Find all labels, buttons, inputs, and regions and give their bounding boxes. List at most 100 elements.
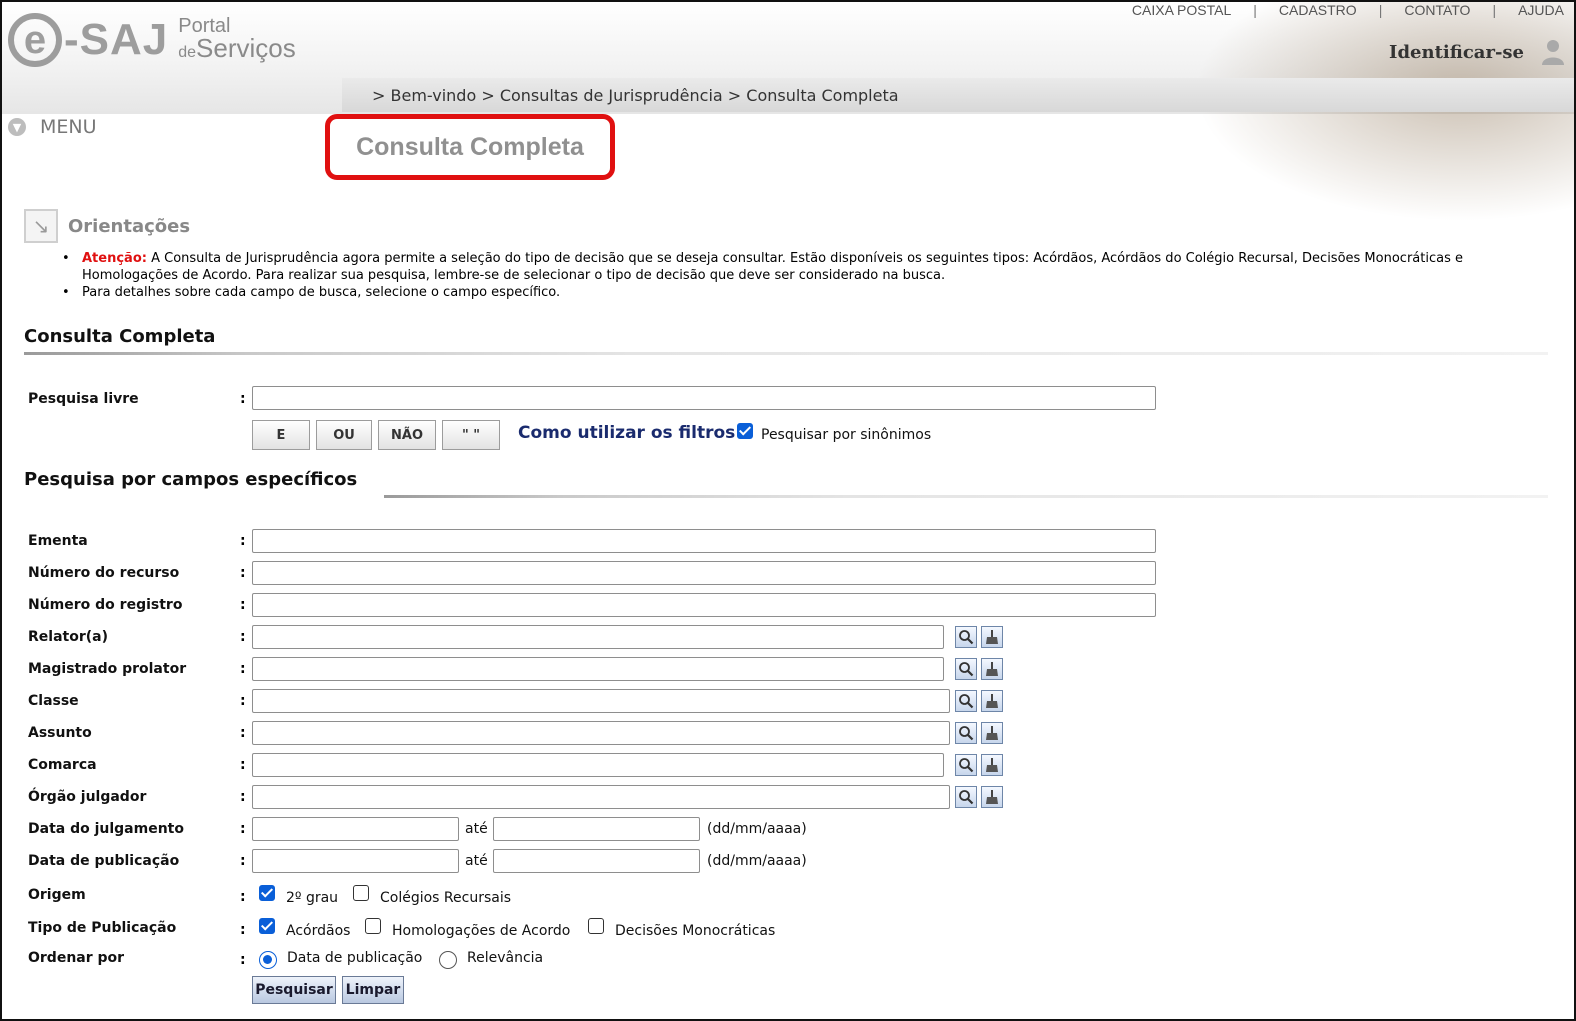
section-heading: Pesquisa por campos específicos	[24, 469, 358, 490]
magistrado-input[interactable]	[252, 657, 944, 681]
clear-broom-icon[interactable]	[981, 690, 1003, 712]
ate-label: até	[465, 821, 488, 837]
breadcrumb[interactable]: > Bem-vindo > Consultas de Jurisprudênci…	[342, 78, 1574, 112]
label-data-julgamento: Data do julgamento	[28, 821, 184, 837]
menu-toggle[interactable]: ▼ MENU	[8, 116, 97, 138]
operator-e-button[interactable]: E	[252, 420, 310, 450]
colon: :	[240, 922, 246, 938]
tipo-homologacoes-label: Homologações de Acordo	[392, 923, 571, 939]
colon: :	[240, 725, 246, 741]
label-relator: Relator(a)	[28, 629, 108, 645]
ordenar-relevancia-label: Relevância	[467, 950, 544, 966]
label-origem: Origem	[28, 887, 86, 903]
limpar-button[interactable]: Limpar	[342, 976, 404, 1004]
colon: :	[240, 629, 246, 645]
orgao-julgador-input[interactable]	[252, 785, 950, 809]
tipo-acordaos-label: Acórdãos	[286, 923, 351, 939]
tipo-homologacoes-checkbox[interactable]	[365, 918, 381, 934]
colon: :	[240, 661, 246, 677]
origem-2grau-label: 2º grau	[286, 890, 339, 906]
section-consulta-completa: Consulta Completa	[24, 326, 1548, 356]
search-icon[interactable]	[955, 754, 977, 776]
page-title: Consulta Completa	[356, 132, 584, 161]
section-campos-especificos: Pesquisa por campos específicos	[24, 469, 1548, 499]
section-divider	[384, 495, 1548, 498]
colon: :	[240, 853, 246, 869]
data-publicacao-fim-input[interactable]	[493, 849, 700, 873]
page-title-highlight: Consulta Completa	[325, 114, 615, 180]
colon: :	[240, 597, 246, 613]
search-icon[interactable]	[955, 786, 977, 808]
data-julgamento-fim-input[interactable]	[493, 817, 700, 841]
user-icon[interactable]	[1540, 38, 1566, 66]
tipo-decisoes-checkbox[interactable]	[588, 918, 604, 934]
identify-link[interactable]: Identificar-se	[1389, 42, 1524, 63]
synonyms-label: Pesquisar por sinônimos	[761, 427, 932, 443]
link-ajuda[interactable]: AJUDA	[1496, 2, 1564, 18]
orientacoes-title: Orientações	[68, 215, 191, 237]
search-icon[interactable]	[955, 626, 977, 648]
pesquisar-button[interactable]: Pesquisar	[252, 976, 336, 1004]
label-assunto: Assunto	[28, 725, 92, 741]
origem-colegios-checkbox[interactable]	[353, 885, 369, 901]
operator-nao-button[interactable]: NÃO	[378, 420, 436, 450]
ordenar-data-radio[interactable]	[259, 951, 277, 969]
clear-broom-icon[interactable]	[981, 626, 1003, 648]
esaj-logo[interactable]: e -SAJ Portal deServiços	[8, 8, 296, 72]
search-icon[interactable]	[955, 690, 977, 712]
clear-broom-icon[interactable]	[981, 722, 1003, 744]
link-contato[interactable]: CONTATO	[1382, 2, 1492, 18]
label-comarca: Comarca	[28, 757, 97, 773]
orientacao-item: Atenção: A Consulta de Jurisprudência ag…	[62, 250, 1542, 284]
origem-colegios-label: Colégios Recursais	[380, 890, 512, 906]
logo-saj-text: -SAJ	[64, 15, 169, 64]
colon: :	[240, 821, 246, 837]
filters-help-link[interactable]: Como utilizar os filtros	[518, 423, 735, 443]
label-data-publicacao: Data de publicação	[28, 853, 180, 869]
ementa-input[interactable]	[252, 529, 1156, 553]
chevron-down-icon: ▼	[8, 118, 26, 136]
relator-input[interactable]	[252, 625, 944, 649]
origem-2grau-checkbox[interactable]	[259, 885, 275, 901]
colon: :	[240, 533, 246, 549]
data-julgamento-inicio-input[interactable]	[252, 817, 459, 841]
operator-quotes-button[interactable]: " "	[442, 420, 500, 450]
ordenar-data-label: Data de publicação	[287, 950, 423, 966]
data-publicacao-inicio-input[interactable]	[252, 849, 459, 873]
orientacao-text: A Consulta de Jurisprudência agora permi…	[82, 251, 1463, 283]
link-caixa-postal[interactable]: CAIXA POSTAL	[1110, 2, 1253, 18]
link-cadastro[interactable]: CADASTRO	[1257, 2, 1379, 18]
gavel-background-image	[1194, 2, 1574, 222]
orientacoes-header[interactable]: ↘ Orientações	[24, 209, 190, 243]
logo-servicos-line: deServiços	[178, 35, 296, 65]
arrow-down-right-icon: ↘	[24, 209, 58, 243]
synonyms-checkbox[interactable]	[737, 423, 753, 439]
top-links: CAIXA POSTAL | CADASTRO | CONTATO | AJUD…	[1110, 2, 1564, 18]
menu-label: MENU	[40, 116, 97, 138]
classe-input[interactable]	[252, 689, 950, 713]
clear-broom-icon[interactable]	[981, 786, 1003, 808]
numero-registro-input[interactable]	[252, 593, 1156, 617]
numero-recurso-input[interactable]	[252, 561, 1156, 585]
orientacao-item: Para detalhes sobre cada campo de busca,…	[62, 284, 1542, 301]
header: e -SAJ Portal deServiços CAIXA POSTAL | …	[2, 2, 1574, 222]
date-format-hint: (dd/mm/aaaa)	[707, 821, 807, 837]
page: e -SAJ Portal deServiços CAIXA POSTAL | …	[0, 0, 1576, 1021]
assunto-input[interactable]	[252, 721, 950, 745]
warning-label: Atenção:	[82, 251, 147, 266]
label-tipo-publicacao: Tipo de Publicação	[28, 920, 177, 936]
ate-label: até	[465, 853, 488, 869]
tipo-decisoes-label: Decisões Monocráticas	[615, 923, 776, 939]
comarca-input[interactable]	[252, 753, 944, 777]
tipo-acordaos-checkbox[interactable]	[259, 918, 275, 934]
operator-ou-button[interactable]: OU	[316, 420, 372, 450]
clear-broom-icon[interactable]	[981, 754, 1003, 776]
clear-broom-icon[interactable]	[981, 658, 1003, 680]
label-orgao-julgador: Órgão julgador	[28, 789, 147, 805]
search-icon[interactable]	[955, 658, 977, 680]
label-ordenar-por: Ordenar por	[28, 950, 125, 966]
search-icon[interactable]	[955, 722, 977, 744]
pesquisa-livre-input[interactable]	[252, 386, 1156, 410]
colon: :	[240, 565, 246, 581]
ordenar-relevancia-radio[interactable]	[439, 951, 457, 969]
